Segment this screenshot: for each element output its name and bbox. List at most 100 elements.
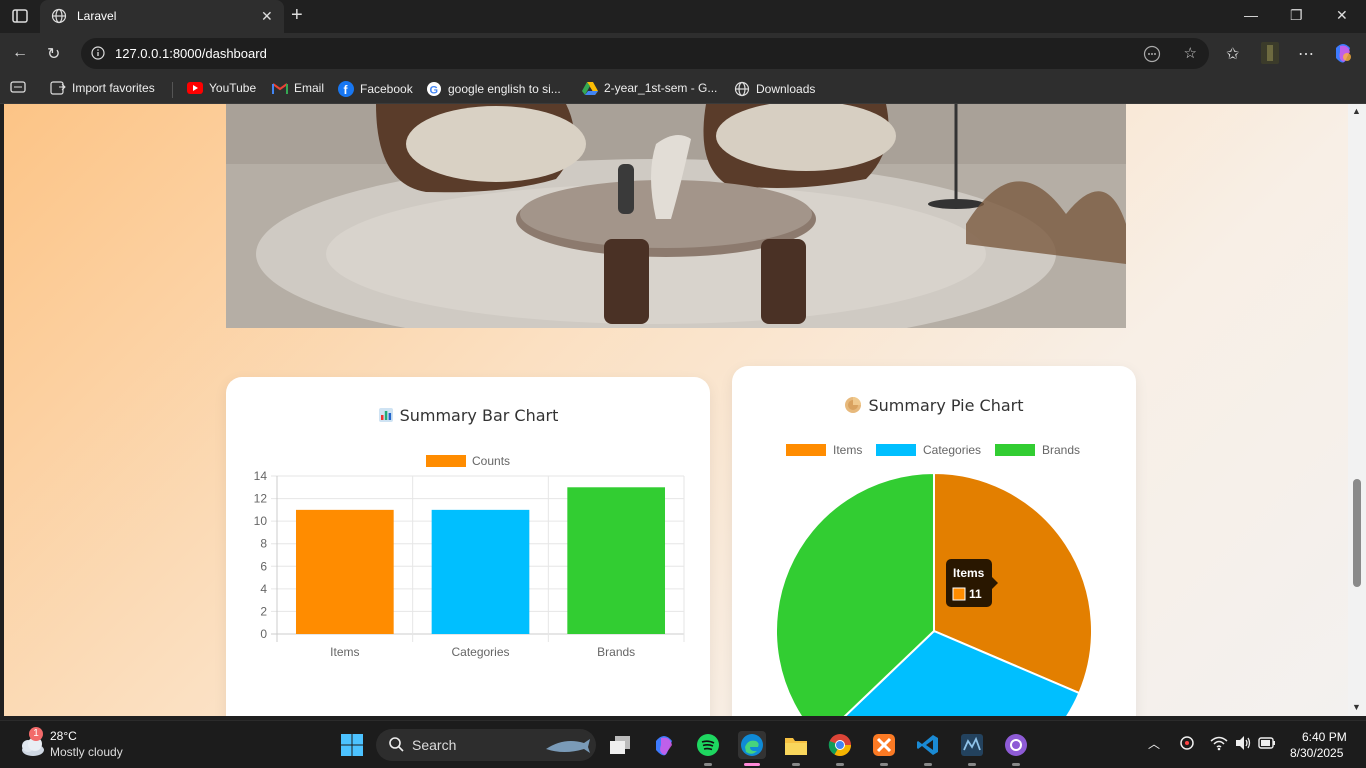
bar-items	[295, 509, 394, 634]
favbar-divider	[172, 82, 173, 98]
show-hidden-icons-icon[interactable]: ︿	[1148, 735, 1160, 752]
bar-xtick-label: Categories	[451, 645, 509, 659]
bar-ytick-label: 10	[254, 514, 268, 528]
tab-actions-icon[interactable]	[10, 81, 26, 93]
favorite-facebook[interactable]: f Facebook	[338, 81, 413, 97]
globe-icon	[51, 8, 67, 29]
pie-legend-swatch-brands	[995, 444, 1035, 456]
favorite-label: Facebook	[360, 82, 413, 96]
bar-chart-title: Summary Bar Chart	[226, 406, 710, 425]
scroll-down-icon[interactable]: ▼	[1352, 702, 1361, 712]
xampp-icon[interactable]	[870, 731, 898, 759]
sidebar-toggle-icon[interactable]	[12, 9, 28, 28]
vscode-running-indicator	[924, 763, 932, 766]
weather-badge: 1	[29, 727, 43, 741]
page-content: Summary Bar Chart Counts 14 12 10 8 6 4 2 0 Items…	[4, 104, 1348, 716]
browser-toolbar: ← ↻ 127.0.0.1:8000/dashboard ☆ ✩ ⋯	[0, 33, 1366, 75]
site-info-icon[interactable]	[91, 46, 105, 65]
file-explorer-icon[interactable]	[782, 731, 810, 759]
search-label: Search	[412, 737, 457, 753]
scrollbar-thumb[interactable]	[1353, 479, 1361, 587]
clock-time[interactable]: 6:40 PM	[1302, 730, 1347, 744]
favorite-label: Downloads	[756, 82, 816, 96]
bar-brands	[567, 487, 666, 634]
svg-text:G: G	[430, 85, 439, 97]
chrome-icon[interactable]	[826, 731, 854, 759]
copilot-icon[interactable]	[1332, 42, 1354, 69]
bar-ytick-label: 4	[260, 582, 267, 596]
explorer-running-indicator	[792, 763, 800, 766]
clock-date[interactable]: 8/30/2025	[1290, 746, 1343, 760]
windows-taskbar: 1 28°C Mostly cloudy Search ︿ 6:40 PM 8/…	[0, 720, 1366, 768]
favorite-label: 2-year_1st-sem - G...	[604, 81, 718, 95]
minimize-icon[interactable]: —	[1244, 7, 1258, 23]
taskbar-search-box[interactable]: Search	[376, 729, 596, 761]
bar-xtick-label: Brands	[597, 645, 635, 659]
youtube-icon	[187, 82, 203, 94]
google-icon: G	[427, 82, 441, 97]
whale-shark-icon	[544, 735, 590, 760]
volume-icon[interactable]	[1234, 735, 1252, 756]
pie-tooltip-value: 11	[969, 587, 982, 601]
pie-legend-label: Items	[833, 443, 862, 457]
spotify-icon[interactable]	[694, 731, 722, 759]
pie-tooltip: Items 11	[946, 559, 998, 607]
pie-chart-title-text: Summary Pie Chart	[868, 396, 1024, 415]
vscode-icon[interactable]	[914, 731, 942, 759]
spotify-running-indicator	[704, 763, 712, 766]
page-actions-icon[interactable]	[1143, 45, 1161, 68]
github-desktop-icon[interactable]	[1002, 731, 1030, 759]
import-icon	[50, 81, 66, 95]
scroll-up-icon[interactable]: ▲	[1352, 106, 1361, 116]
favorites-icon[interactable]: ✩	[1226, 44, 1239, 64]
wifi-icon[interactable]	[1210, 735, 1228, 756]
favorite-label: YouTube	[209, 81, 257, 95]
favorite-import[interactable]: Import favorites	[50, 81, 155, 95]
windows-start-icon[interactable]	[338, 731, 366, 759]
close-tab-icon[interactable]: ✕	[261, 8, 273, 25]
back-arrow-icon[interactable]: ←	[12, 44, 28, 62]
task-view-icon[interactable]	[606, 731, 634, 759]
favorite-star-icon[interactable]: ☆	[1184, 44, 1197, 62]
close-window-icon[interactable]: ✕	[1336, 7, 1348, 24]
bar-chart-card: Summary Bar Chart Counts 14 12 10 8 6 4 2 0 Items…	[226, 377, 710, 716]
favorite-youtube[interactable]: YouTube	[187, 81, 256, 95]
browser-tab[interactable]: Laravel ✕	[40, 0, 284, 33]
bar-ytick-label: 14	[254, 469, 268, 483]
pie-chart: Items Categories Brands Items 11	[775, 443, 1093, 716]
address-bar[interactable]: 127.0.0.1:8000/dashboard ☆	[81, 38, 1209, 69]
pie-chart-emoji-icon	[844, 396, 862, 414]
favorite-drive[interactable]: 2-year_1st-sem - G...	[582, 81, 717, 95]
profile-avatar[interactable]	[1261, 42, 1279, 69]
restore-icon[interactable]: ❐	[1290, 7, 1303, 24]
tab-title: Laravel	[77, 9, 117, 23]
pie-chart-card: Summary Pie Chart Items Categories Brands I…	[732, 366, 1136, 716]
gmail-icon	[272, 83, 288, 94]
globe-icon	[734, 81, 750, 97]
refresh-icon[interactable]: ↻	[47, 44, 60, 64]
edge-browser-icon[interactable]	[738, 731, 766, 759]
copilot-app-icon[interactable]	[650, 731, 678, 759]
bar-ytick-label: 2	[260, 604, 267, 618]
bar-xtick-label: Items	[330, 645, 359, 659]
new-tab-icon[interactable]: +	[291, 4, 303, 27]
favorite-label: Email	[294, 81, 325, 95]
bar-ytick-label: 12	[254, 492, 268, 506]
settings-more-icon[interactable]: ⋯	[1298, 44, 1314, 64]
url-text: 127.0.0.1:8000/dashboard	[115, 46, 267, 61]
favorite-downloads[interactable]: Downloads	[734, 81, 815, 97]
bar-chart: Counts 14 12 10 8 6 4 2 0 Items Categories Brands	[254, 454, 685, 659]
favorite-label: google english to si...	[448, 82, 561, 96]
bar-ytick-label: 8	[260, 537, 267, 551]
page-scrollbar[interactable]: ▲ ▼	[1348, 104, 1366, 716]
mysql-workbench-icon[interactable]	[958, 731, 986, 759]
pie-legend-label: Categories	[923, 443, 981, 457]
weather-widget-icon[interactable]: 1	[16, 727, 46, 759]
battery-icon[interactable]	[1258, 735, 1276, 756]
favorite-label: Import favorites	[72, 81, 155, 95]
favorite-google-translate[interactable]: G google english to si...	[426, 81, 561, 97]
pie-legend-swatch-categories	[876, 444, 916, 456]
sync-icon[interactable]	[1179, 735, 1195, 756]
pie-tooltip-swatch	[952, 587, 966, 601]
favorite-email[interactable]: Email	[272, 81, 324, 95]
